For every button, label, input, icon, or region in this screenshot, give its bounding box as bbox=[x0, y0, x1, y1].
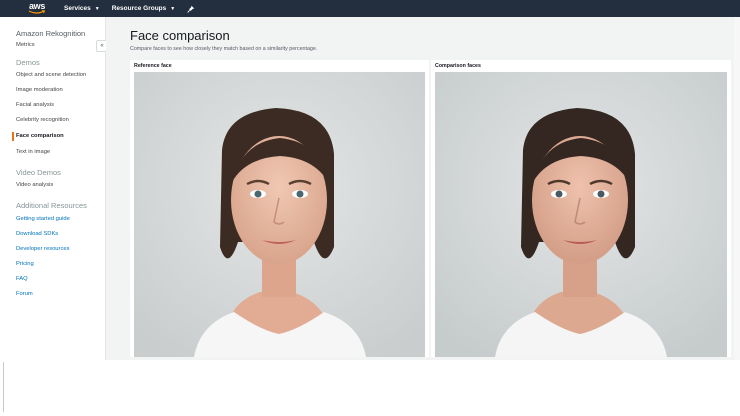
page-bottom-area bbox=[0, 360, 740, 416]
sidebar-item-object-scene[interactable]: Object and scene detection bbox=[16, 72, 86, 78]
reference-face-image[interactable] bbox=[134, 72, 425, 357]
divider bbox=[3, 362, 4, 412]
link-forum[interactable]: Forum bbox=[16, 291, 33, 297]
aws-smile-icon bbox=[28, 10, 46, 14]
aws-logo[interactable]: aws bbox=[27, 2, 47, 15]
sidebar-item-video-analysis[interactable]: Video analysis bbox=[16, 182, 53, 188]
sidebar-item-image-moderation[interactable]: Image moderation bbox=[16, 87, 63, 93]
sidebar-item-facial-analysis[interactable]: Facial analysis bbox=[16, 102, 54, 108]
sidebar-heading-demos: Demos bbox=[16, 58, 40, 67]
link-developer-resources[interactable]: Developer resources bbox=[16, 246, 70, 252]
sidebar-heading-video-demos: Video Demos bbox=[16, 168, 61, 177]
active-indicator bbox=[12, 132, 14, 141]
resource-groups-menu[interactable]: Resource Groups ▼ bbox=[112, 5, 176, 12]
services-label: Services bbox=[64, 5, 91, 12]
sidebar-title[interactable]: Amazon Rekognition bbox=[16, 29, 85, 38]
link-faq[interactable]: FAQ bbox=[16, 276, 28, 282]
aws-logo-text: aws bbox=[28, 1, 46, 11]
page-subtitle: Compare faces to see how closely they ma… bbox=[130, 46, 318, 52]
top-navigation-bar: aws Services ▼ Resource Groups ▼ bbox=[0, 0, 740, 17]
comparison-faces-panel: Comparison faces bbox=[431, 60, 731, 357]
resource-groups-label: Resource Groups bbox=[111, 5, 167, 12]
sidebar-item-celebrity[interactable]: Celebrity recognition bbox=[16, 117, 69, 123]
sidebar-item-metrics[interactable]: Metrics bbox=[16, 42, 35, 48]
portrait-reference bbox=[134, 72, 425, 357]
vertical-scrollbar[interactable] bbox=[734, 17, 740, 360]
reference-face-label: Reference face bbox=[134, 63, 172, 69]
reference-face-panel: Reference face bbox=[130, 60, 429, 357]
chevron-down-icon: ▼ bbox=[170, 5, 176, 12]
sidebar-heading-resources: Additional Resources bbox=[16, 201, 87, 210]
comparison-face-image[interactable] bbox=[435, 72, 727, 357]
services-menu[interactable]: Services ▼ bbox=[64, 5, 100, 12]
link-pricing[interactable]: Pricing bbox=[16, 261, 34, 267]
main-content: Face comparison Compare faces to see how… bbox=[106, 17, 740, 360]
portrait-comparison bbox=[435, 72, 727, 357]
sidebar-item-text-in-image[interactable]: Text in image bbox=[16, 149, 50, 155]
link-getting-started[interactable]: Getting started guide bbox=[16, 216, 70, 222]
pin-icon[interactable] bbox=[187, 5, 195, 13]
sidebar: Amazon Rekognition Metrics Demos Object … bbox=[0, 17, 106, 360]
link-download-sdks[interactable]: Download SDKs bbox=[16, 231, 58, 237]
comparison-faces-label: Comparison faces bbox=[435, 63, 481, 69]
chevron-down-icon: ▼ bbox=[94, 5, 100, 12]
sidebar-item-face-comparison[interactable]: Face comparison bbox=[16, 133, 64, 139]
page-title: Face comparison bbox=[130, 28, 230, 43]
